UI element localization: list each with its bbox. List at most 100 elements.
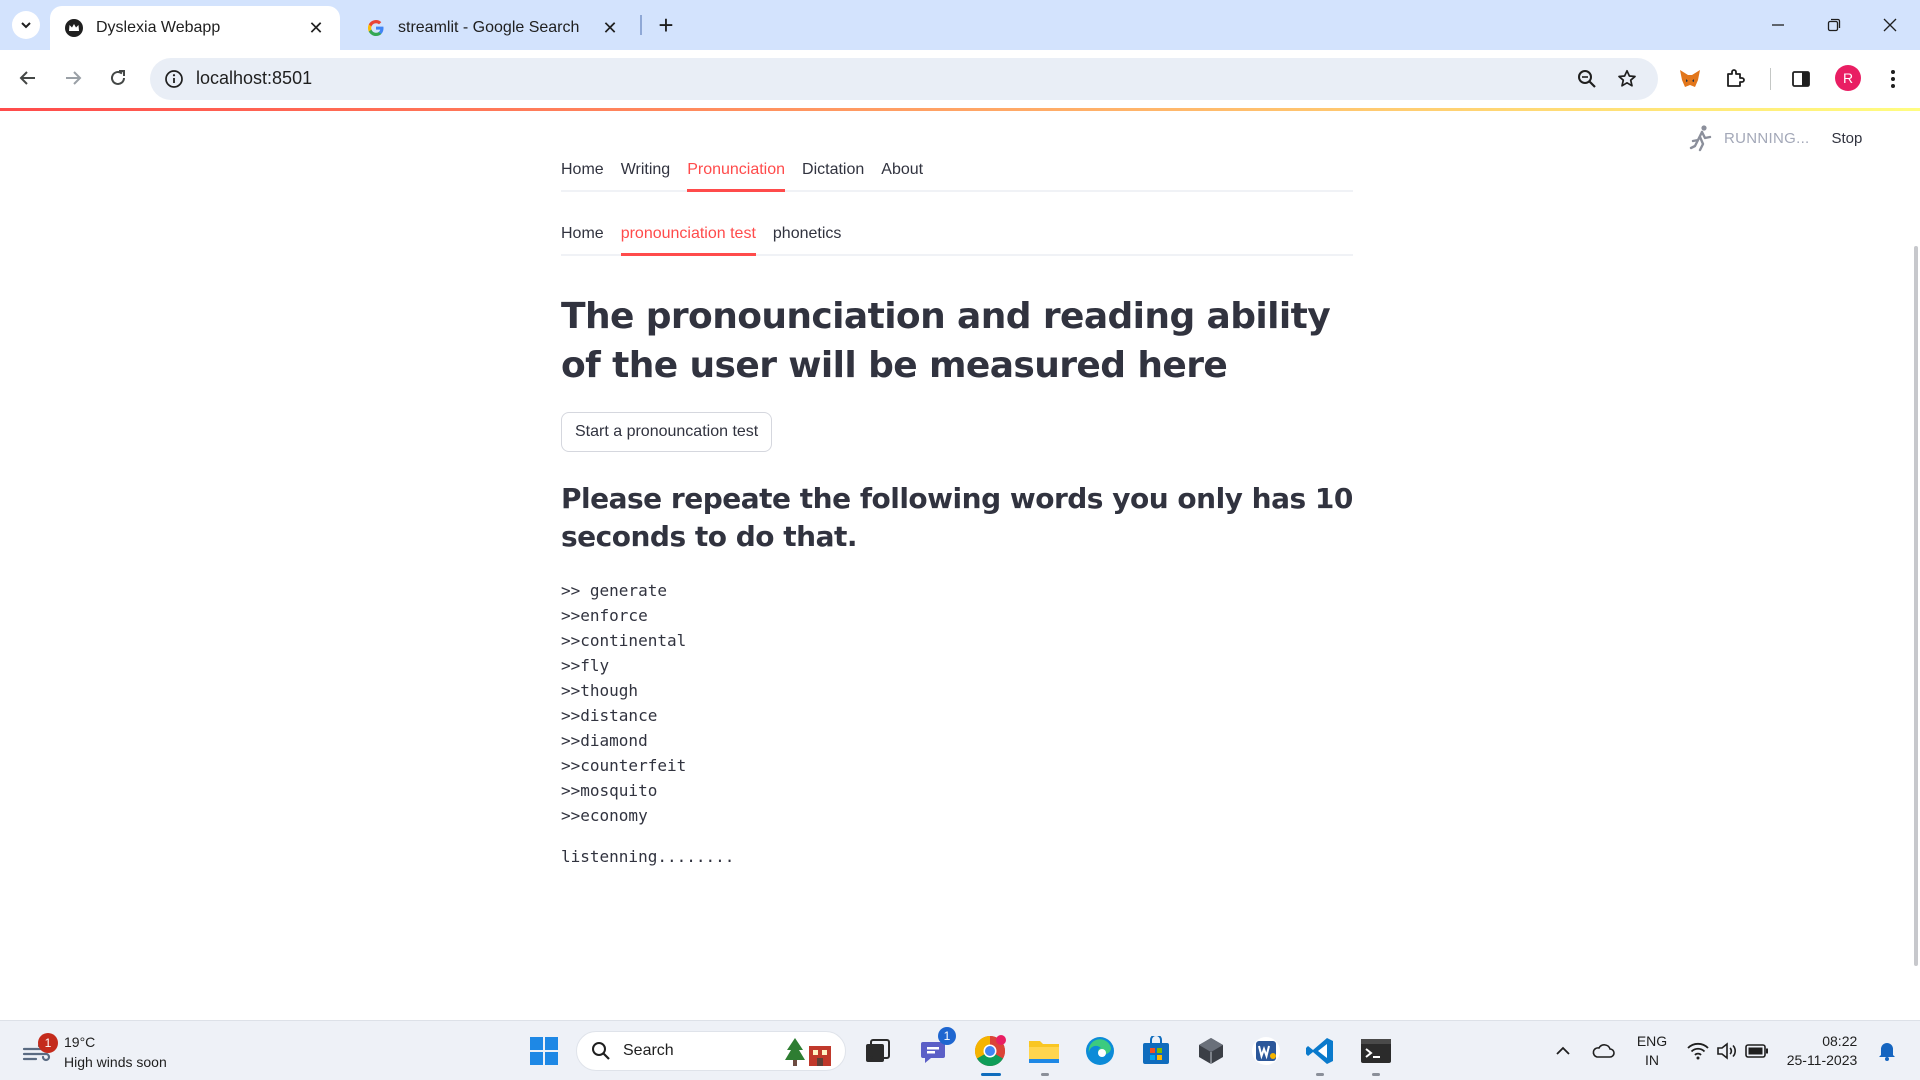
show-hidden-icons-chevron-icon[interactable] [1550,1021,1576,1080]
tab-pronunciation[interactable]: Pronunciation [687,150,785,192]
region-code: IN [1645,1052,1659,1068]
volume-icon[interactable] [1713,1021,1741,1080]
language-indicator[interactable]: ENG IN [1630,1021,1674,1080]
tab-dyslexia-webapp[interactable]: Dyslexia Webapp ✕ [50,6,340,50]
subtab-phonetics[interactable]: phonetics [773,214,842,254]
word-app-icon[interactable] [1248,1033,1284,1069]
start-button[interactable] [526,1033,562,1069]
windows-taskbar: 1 19°C High winds soon Search 1 ENG IN 0… [0,1020,1920,1080]
page-title: The pronounciation and reading ability o… [561,296,1331,386]
word-item: >>economy [561,806,648,825]
site-info-icon[interactable] [162,67,186,91]
address-bar[interactable]: localhost:8501 [150,58,1658,100]
reload-icon [111,70,125,85]
tab-about[interactable]: About [881,150,923,190]
restore-button[interactable] [1806,0,1862,50]
restore-icon [1827,18,1841,32]
start-test-button[interactable]: Start a pronouncation test [561,412,773,452]
taskbar-search[interactable]: Search [576,1031,846,1071]
language-code: ENG [1636,1033,1668,1049]
weather-temperature: 19°C [64,1034,96,1050]
task-view-icon[interactable] [860,1033,896,1069]
subtab-home[interactable]: Home [561,214,604,254]
vscode-icon[interactable] [1302,1033,1338,1069]
weather-description: High winds soon [64,1054,167,1070]
cube-app-icon[interactable] [1193,1033,1229,1069]
word-item: >> generate [561,581,667,600]
terminal-icon[interactable] [1358,1033,1394,1069]
holiday-tree-icon [785,1038,831,1066]
close-window-button[interactable] [1862,0,1918,50]
vscode-running-indicator [1316,1073,1324,1076]
weather-text: 19°C High winds soon [64,1032,167,1072]
metamask-extension-icon[interactable] [1673,62,1707,96]
new-tab-button[interactable]: + [652,10,680,40]
search-icon [592,1042,610,1060]
google-icon [366,18,386,38]
word-item: >>distance [561,706,658,725]
clock-time: 08:22 [1822,1033,1858,1049]
profile-avatar[interactable]: R [1835,65,1861,91]
crown-icon [64,18,84,38]
chrome-app-icon[interactable] [972,1033,1008,1069]
minimize-icon [1772,24,1784,26]
instruction-heading: Please repeate the following words you o… [561,482,1353,553]
arrow-left-icon [19,71,35,85]
more-menu-icon[interactable] [1876,62,1910,96]
word-item: >>continental [561,631,687,650]
teams-badge: 1 [938,1027,956,1045]
reload-button[interactable] [100,60,136,96]
onedrive-cloud-icon[interactable] [1588,1021,1618,1080]
minimize-button[interactable] [1750,0,1806,50]
tab-writing[interactable]: Writing [621,150,671,190]
edge-browser-icon[interactable] [1082,1033,1118,1069]
back-button[interactable] [10,60,46,96]
subtab-pronounciation-test[interactable]: pronounciation test [620,214,757,256]
clock-date: 25-11-2023 [1786,1052,1858,1068]
tab-home[interactable]: Home [561,150,604,190]
toolbar-divider [1770,68,1771,90]
windows-logo-icon [530,1037,558,1065]
tab-separator [640,15,642,35]
word-item: >>counterfeit [561,756,687,775]
nav-tabs: Home Writing Pronunciation Dictation Abo… [561,140,1353,192]
tab-title: Dyslexia Webapp [96,19,221,36]
main-content: Home Writing Pronunciation Dictation Abo… [561,140,1353,866]
zoom-icon[interactable] [1573,65,1601,93]
explorer-running-indicator [1041,1073,1049,1076]
browser-toolbar: localhost:8501 R [0,50,1920,108]
notification-bell-icon[interactable] [1872,1021,1902,1080]
wifi-icon[interactable] [1684,1021,1712,1080]
extensions-puzzle-icon[interactable] [1718,62,1752,96]
search-label: Search [623,1042,674,1059]
forward-button[interactable] [55,60,91,96]
tab-dictation[interactable]: Dictation [802,150,864,190]
stop-button[interactable]: Stop [1832,130,1863,147]
url-text[interactable]: localhost:8501 [196,68,312,89]
bookmark-star-icon[interactable] [1613,65,1641,93]
word-list: >> generate >>enforce >>continental >>fl… [561,578,1353,828]
side-panel-icon[interactable] [1784,62,1818,96]
battery-icon[interactable] [1742,1021,1772,1080]
listening-status: listenning........ [561,847,735,866]
running-status-text: RUNNING... [1724,129,1810,147]
clock[interactable]: 08:22 25-11-2023 [1780,1021,1864,1080]
tab-title: streamlit - Google Search [398,19,580,36]
tab-search-button[interactable] [12,11,40,39]
terminal-running-indicator [1372,1073,1380,1076]
close-tab-icon[interactable]: ✕ [600,18,620,38]
weather-widget[interactable]: 1 19°C High winds soon [20,1030,167,1074]
chrome-active-indicator [981,1073,1001,1076]
tab-google-search[interactable]: streamlit - Google Search ✕ [352,6,634,50]
app-top-decoration [0,108,1920,111]
sub-tabs: Home pronounciation test phonetics [561,205,1353,256]
word-item: >>fly [561,656,610,675]
word-item: >>mosquito [561,781,658,800]
teams-chat-icon[interactable]: 1 [916,1027,956,1069]
file-explorer-icon[interactable] [1026,1033,1062,1069]
close-tab-icon[interactable]: ✕ [306,18,326,38]
app-status-widget: RUNNING... Stop [1688,124,1862,152]
close-icon [1883,18,1897,32]
microsoft-store-icon[interactable] [1138,1033,1174,1069]
page-scrollbar[interactable] [1914,246,1918,966]
